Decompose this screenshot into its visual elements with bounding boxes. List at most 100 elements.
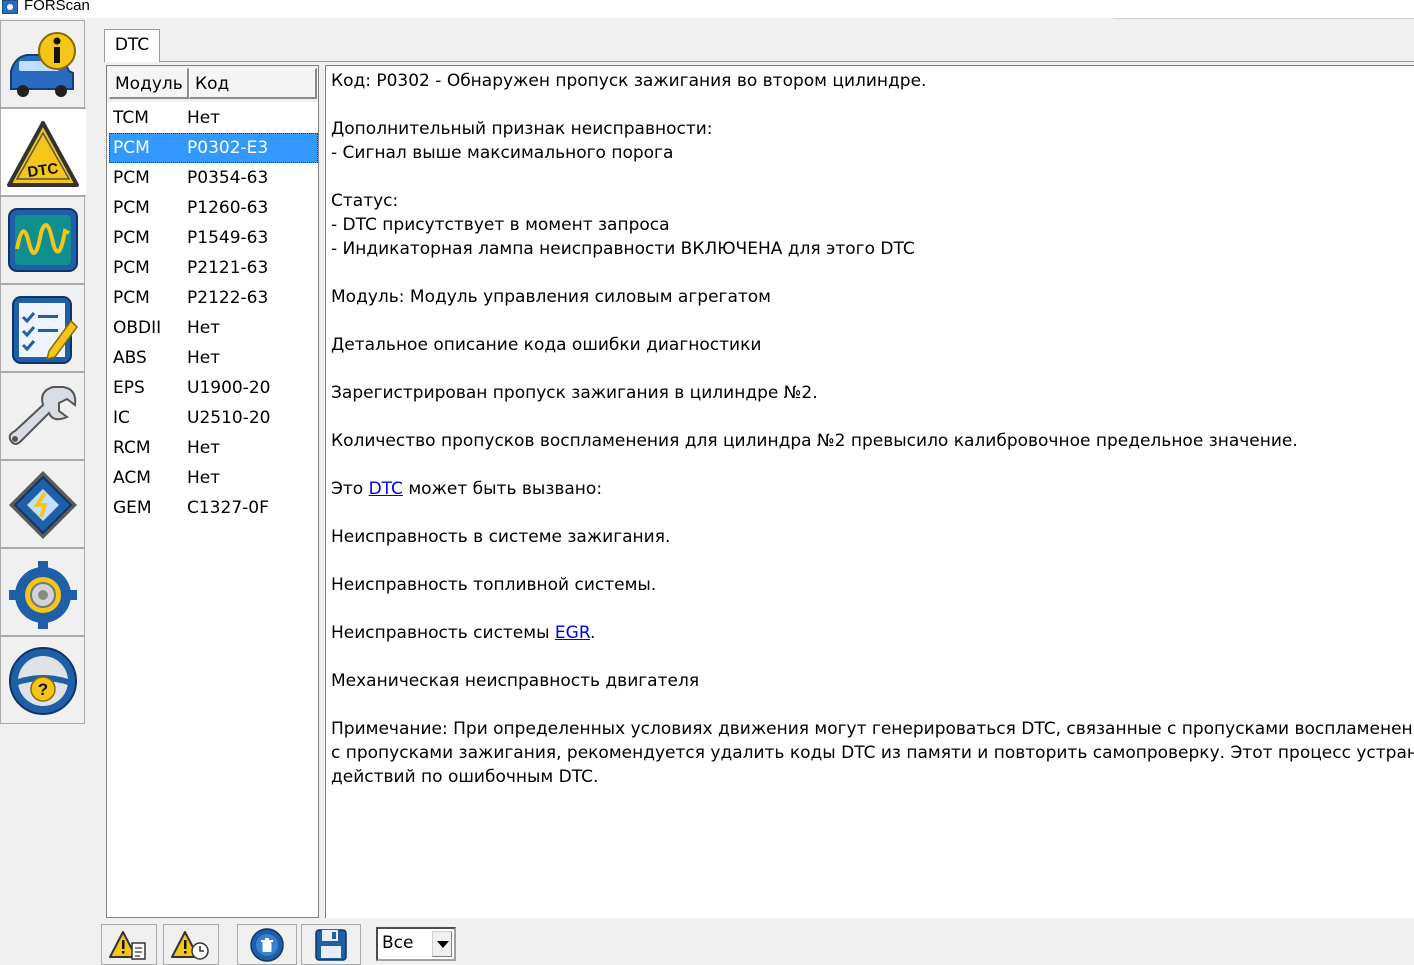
- dtc-list-row[interactable]: PCM P0354-63: [109, 163, 318, 193]
- dtc-list-row[interactable]: PCM P1260-63: [109, 193, 318, 223]
- save-floppy-icon: [315, 928, 347, 961]
- clear-dtc-button[interactable]: [237, 924, 297, 965]
- dtc-module-cell: ACM: [113, 468, 151, 488]
- note-line: действий по ошибочным DTC.: [331, 767, 599, 787]
- dtc-description-pane: Код: P0302 - Обнаружен пропуск зажигания…: [325, 65, 1414, 918]
- window-title: FORScan: [24, 0, 90, 14]
- egr-link[interactable]: EGR: [555, 623, 590, 643]
- note-line: с пропусками зажигания, рекомендуется уд…: [331, 743, 1414, 763]
- read-dtc-button[interactable]: [101, 924, 157, 965]
- dtc-module-cell: IC: [113, 408, 130, 428]
- cause-intro-suffix: может быть вызвано:: [402, 479, 603, 499]
- svg-text:?: ?: [38, 680, 48, 699]
- dtc-list-row[interactable]: OBDII Нет: [109, 313, 318, 343]
- dtc-filter-select[interactable]: Все: [376, 927, 456, 961]
- sidebar: DTC ?: [0, 20, 86, 965]
- help-button[interactable]: ?: [0, 636, 85, 724]
- additional-symptom-item: - Сигнал выше максимального порога: [331, 143, 674, 163]
- warning-clock-icon: [171, 930, 209, 960]
- column-header-module[interactable]: Модуль: [109, 68, 189, 99]
- dtc-code-cell: Нет: [187, 468, 221, 488]
- dtc-list-row[interactable]: IC U2510-20: [109, 403, 318, 433]
- dtc-module-cell: RCM: [113, 438, 151, 458]
- save-button[interactable]: [301, 924, 361, 965]
- dtc-list-row[interactable]: ABS Нет: [109, 343, 318, 373]
- cause-item: Механическая неисправность двигателя: [331, 671, 700, 691]
- column-header-code[interactable]: Код: [189, 68, 317, 99]
- dtc-code-cell: Нет: [187, 348, 221, 368]
- dtc-link[interactable]: DTC: [369, 479, 403, 499]
- title-divider: [1115, 18, 1414, 19]
- dtc-code-cell: Нет: [187, 318, 221, 338]
- dtc-module-cell: EPS: [113, 378, 145, 398]
- dtc-list-row[interactable]: PCM P2122-63: [109, 283, 318, 313]
- programming-button[interactable]: [0, 460, 85, 548]
- dtc-module-cell: OBDII: [113, 318, 162, 338]
- status-item: - Индикаторная лампа неисправности ВКЛЮЧ…: [331, 239, 915, 259]
- dtc-module-cell: PCM: [113, 198, 150, 218]
- status-title: Статус:: [331, 191, 399, 211]
- dtc-code-cell: Нет: [187, 438, 221, 458]
- detail-paragraph: Количество пропусков воспламенения для ц…: [331, 431, 1298, 451]
- dtc-list-row[interactable]: GEM C1327-0F: [109, 493, 318, 523]
- chevron-down-icon[interactable]: [432, 931, 452, 957]
- dtc-warning-icon: DTC: [7, 121, 79, 187]
- dtc-code-line: Код: P0302 - Обнаружен пропуск зажигания…: [331, 71, 927, 91]
- additional-symptom-title: Дополнительный признак неисправности:: [331, 119, 713, 139]
- dtc-list-row[interactable]: PCM P2121-63: [109, 253, 318, 283]
- module-line: Модуль: Модуль управления силовым агрега…: [331, 287, 771, 307]
- vehicle-info-button[interactable]: [0, 20, 85, 108]
- dtc-code-cell: P2121-63: [187, 258, 269, 278]
- checklist-button[interactable]: [0, 284, 85, 372]
- dtc-list-row[interactable]: RCM Нет: [109, 433, 318, 463]
- dtc-code-cell: P2122-63: [187, 288, 269, 308]
- help-wheel-icon: ?: [9, 647, 77, 715]
- clear-dtc-icon: [250, 927, 284, 962]
- dtc-list-row[interactable]: ACM Нет: [109, 463, 318, 493]
- dtc-module-cell: PCM: [113, 138, 150, 158]
- vehicle-info-icon: [10, 32, 76, 97]
- cause-intro: Это DTC может быть вызвано:: [331, 479, 602, 499]
- dtc-code-cell: P1260-63: [187, 198, 269, 218]
- oscilloscope-button[interactable]: [0, 196, 85, 284]
- dtc-code-cell: Нет: [187, 108, 221, 128]
- detail-title: Детальное описание кода ошибки диагности…: [331, 335, 762, 355]
- cause-item: Неисправность в системе зажигания.: [331, 527, 671, 547]
- dtc-module-cell: TCM: [113, 108, 149, 128]
- chip-icon: [9, 471, 77, 539]
- detail-paragraph: Зарегистрирован пропуск зажигания в цили…: [331, 383, 818, 403]
- dtc-list[interactable]: Модуль Код TCM Нет PCM P0302-E3 PCM P0354-63 P…: [106, 65, 319, 918]
- dtc-code-cell: P1549-63: [187, 228, 269, 248]
- dtc-module-cell: PCM: [113, 258, 150, 278]
- dtc-module-cell: PCM: [113, 168, 150, 188]
- cause-item-suffix: .: [590, 623, 596, 643]
- status-item: - DTC присутствует в момент запроса: [331, 215, 670, 235]
- tab-dtc[interactable]: DTC: [104, 29, 160, 62]
- dtc-list-row[interactable]: PCM P1549-63: [109, 223, 318, 253]
- tab-baseline: [160, 61, 1414, 62]
- settings-button[interactable]: [0, 548, 85, 636]
- dtc-list-header: Модуль Код: [107, 66, 318, 102]
- dtc-history-button[interactable]: [163, 924, 219, 965]
- dtc-module-cell: PCM: [113, 288, 150, 308]
- title-bar: FORScan: [0, 0, 1414, 18]
- cause-item: Неисправность топливной системы.: [331, 575, 657, 595]
- dtc-code-cell: P0354-63: [187, 168, 269, 188]
- dtc-button[interactable]: DTC: [0, 108, 86, 196]
- wrench-icon: [8, 386, 77, 445]
- warning-document-icon: [109, 930, 146, 960]
- app-logo-icon: [2, 0, 18, 14]
- dtc-module-cell: PCM: [113, 228, 150, 248]
- dtc-list-row[interactable]: TCM Нет: [109, 103, 318, 133]
- tab-dtc-label: DTC: [114, 35, 150, 55]
- dtc-list-row[interactable]: PCM P0302-E3: [109, 133, 318, 163]
- dtc-list-row[interactable]: EPS U1900-20: [109, 373, 318, 403]
- note-line: Примечание: При определенных условиях дв…: [331, 719, 1414, 739]
- dtc-code-cell: U2510-20: [187, 408, 271, 428]
- service-button[interactable]: [0, 372, 85, 460]
- dtc-code-cell: U1900-20: [187, 378, 271, 398]
- dtc-filter-value: Все: [382, 933, 414, 953]
- settings-gear-icon: [9, 561, 77, 629]
- cause-item: Неисправность системы EGR.: [331, 623, 595, 643]
- dtc-code-cell: P0302-E3: [187, 138, 269, 158]
